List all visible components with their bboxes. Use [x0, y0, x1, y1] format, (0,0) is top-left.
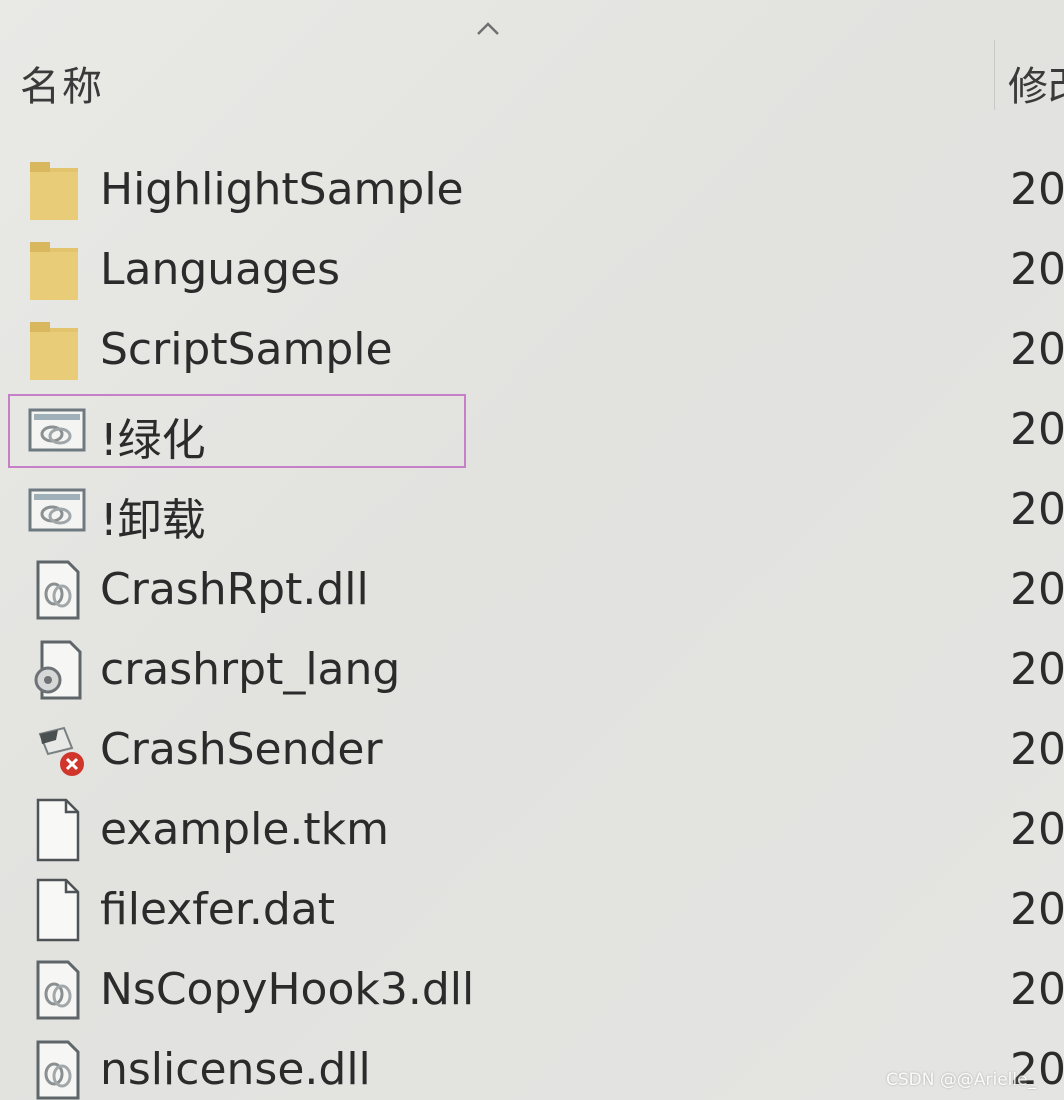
folder-icon	[30, 162, 78, 220]
file-name: CrashRpt.dll	[100, 564, 369, 615]
list-item-dll-nscopyhook3[interactable]: NsCopyHook3.dll 20	[0, 950, 1064, 1030]
watermark-text: CSDN @@Arielle_	[886, 1070, 1037, 1090]
file-name: HighlightSample	[100, 164, 464, 215]
folder-icon	[30, 322, 78, 380]
list-item-ini-crashrpt-lang[interactable]: crashrpt_lang 20	[0, 630, 1064, 710]
list-item-exe-crashsender[interactable]: CrashSender 20	[0, 710, 1064, 790]
blank-file-icon	[36, 878, 80, 942]
file-date: 20	[1010, 164, 1064, 215]
list-item-folder-highlightsample[interactable]: HighlightSample 20	[0, 150, 1064, 230]
dll-file-icon	[36, 960, 80, 1020]
blank-file-icon	[36, 798, 80, 862]
column-header-bar: 名称 修改	[0, 0, 1064, 120]
file-name: CrashSender	[100, 724, 383, 775]
file-name: nslicense.dll	[100, 1044, 371, 1095]
file-date: 20	[1010, 964, 1064, 1015]
list-item-folder-languages[interactable]: Languages 20	[0, 230, 1064, 310]
dll-file-icon	[36, 1040, 80, 1100]
file-date: 20	[1010, 564, 1064, 615]
dll-file-icon	[36, 560, 80, 620]
file-date: 20	[1010, 324, 1064, 375]
batch-file-icon	[28, 488, 86, 532]
file-date: 20	[1010, 484, 1064, 535]
file-date: 20	[1010, 404, 1064, 455]
file-name: ScriptSample	[100, 324, 393, 375]
crash-sender-icon	[38, 726, 84, 776]
file-name: crashrpt_lang	[100, 644, 401, 695]
file-name: example.tkm	[100, 804, 389, 855]
file-date: 20	[1010, 644, 1064, 695]
file-date: 20	[1010, 244, 1064, 295]
list-item-file-filexfer-dat[interactable]: filexfer.dat 20	[0, 870, 1064, 950]
file-date: 20	[1010, 804, 1064, 855]
file-name: Languages	[100, 244, 341, 295]
date-modified-column-header[interactable]: 修改	[1008, 54, 1064, 112]
column-divider[interactable]	[994, 40, 995, 110]
file-date: 20	[1010, 724, 1064, 775]
file-date: 20	[1010, 884, 1064, 935]
file-name: !卸载	[100, 495, 206, 546]
settings-file-icon	[34, 640, 82, 700]
file-explorer-window: 名称 修改 HighlightSample 20 Languages 20	[0, 0, 1064, 1100]
file-name: filexfer.dat	[100, 884, 336, 935]
list-item-folder-scriptsample[interactable]: ScriptSample 20	[0, 310, 1064, 390]
sort-ascending-icon[interactable]	[472, 18, 504, 38]
list-item-batch-xiezai[interactable]: !卸载 20	[0, 470, 1064, 550]
folder-icon	[30, 242, 78, 300]
list-item-file-example-tkm[interactable]: example.tkm 20	[0, 790, 1064, 870]
annotation-highlight-box	[8, 394, 466, 468]
name-column-header[interactable]: 名称	[20, 54, 104, 112]
file-name: NsCopyHook3.dll	[100, 964, 475, 1015]
list-item-dll-crashrpt[interactable]: CrashRpt.dll 20	[0, 550, 1064, 630]
